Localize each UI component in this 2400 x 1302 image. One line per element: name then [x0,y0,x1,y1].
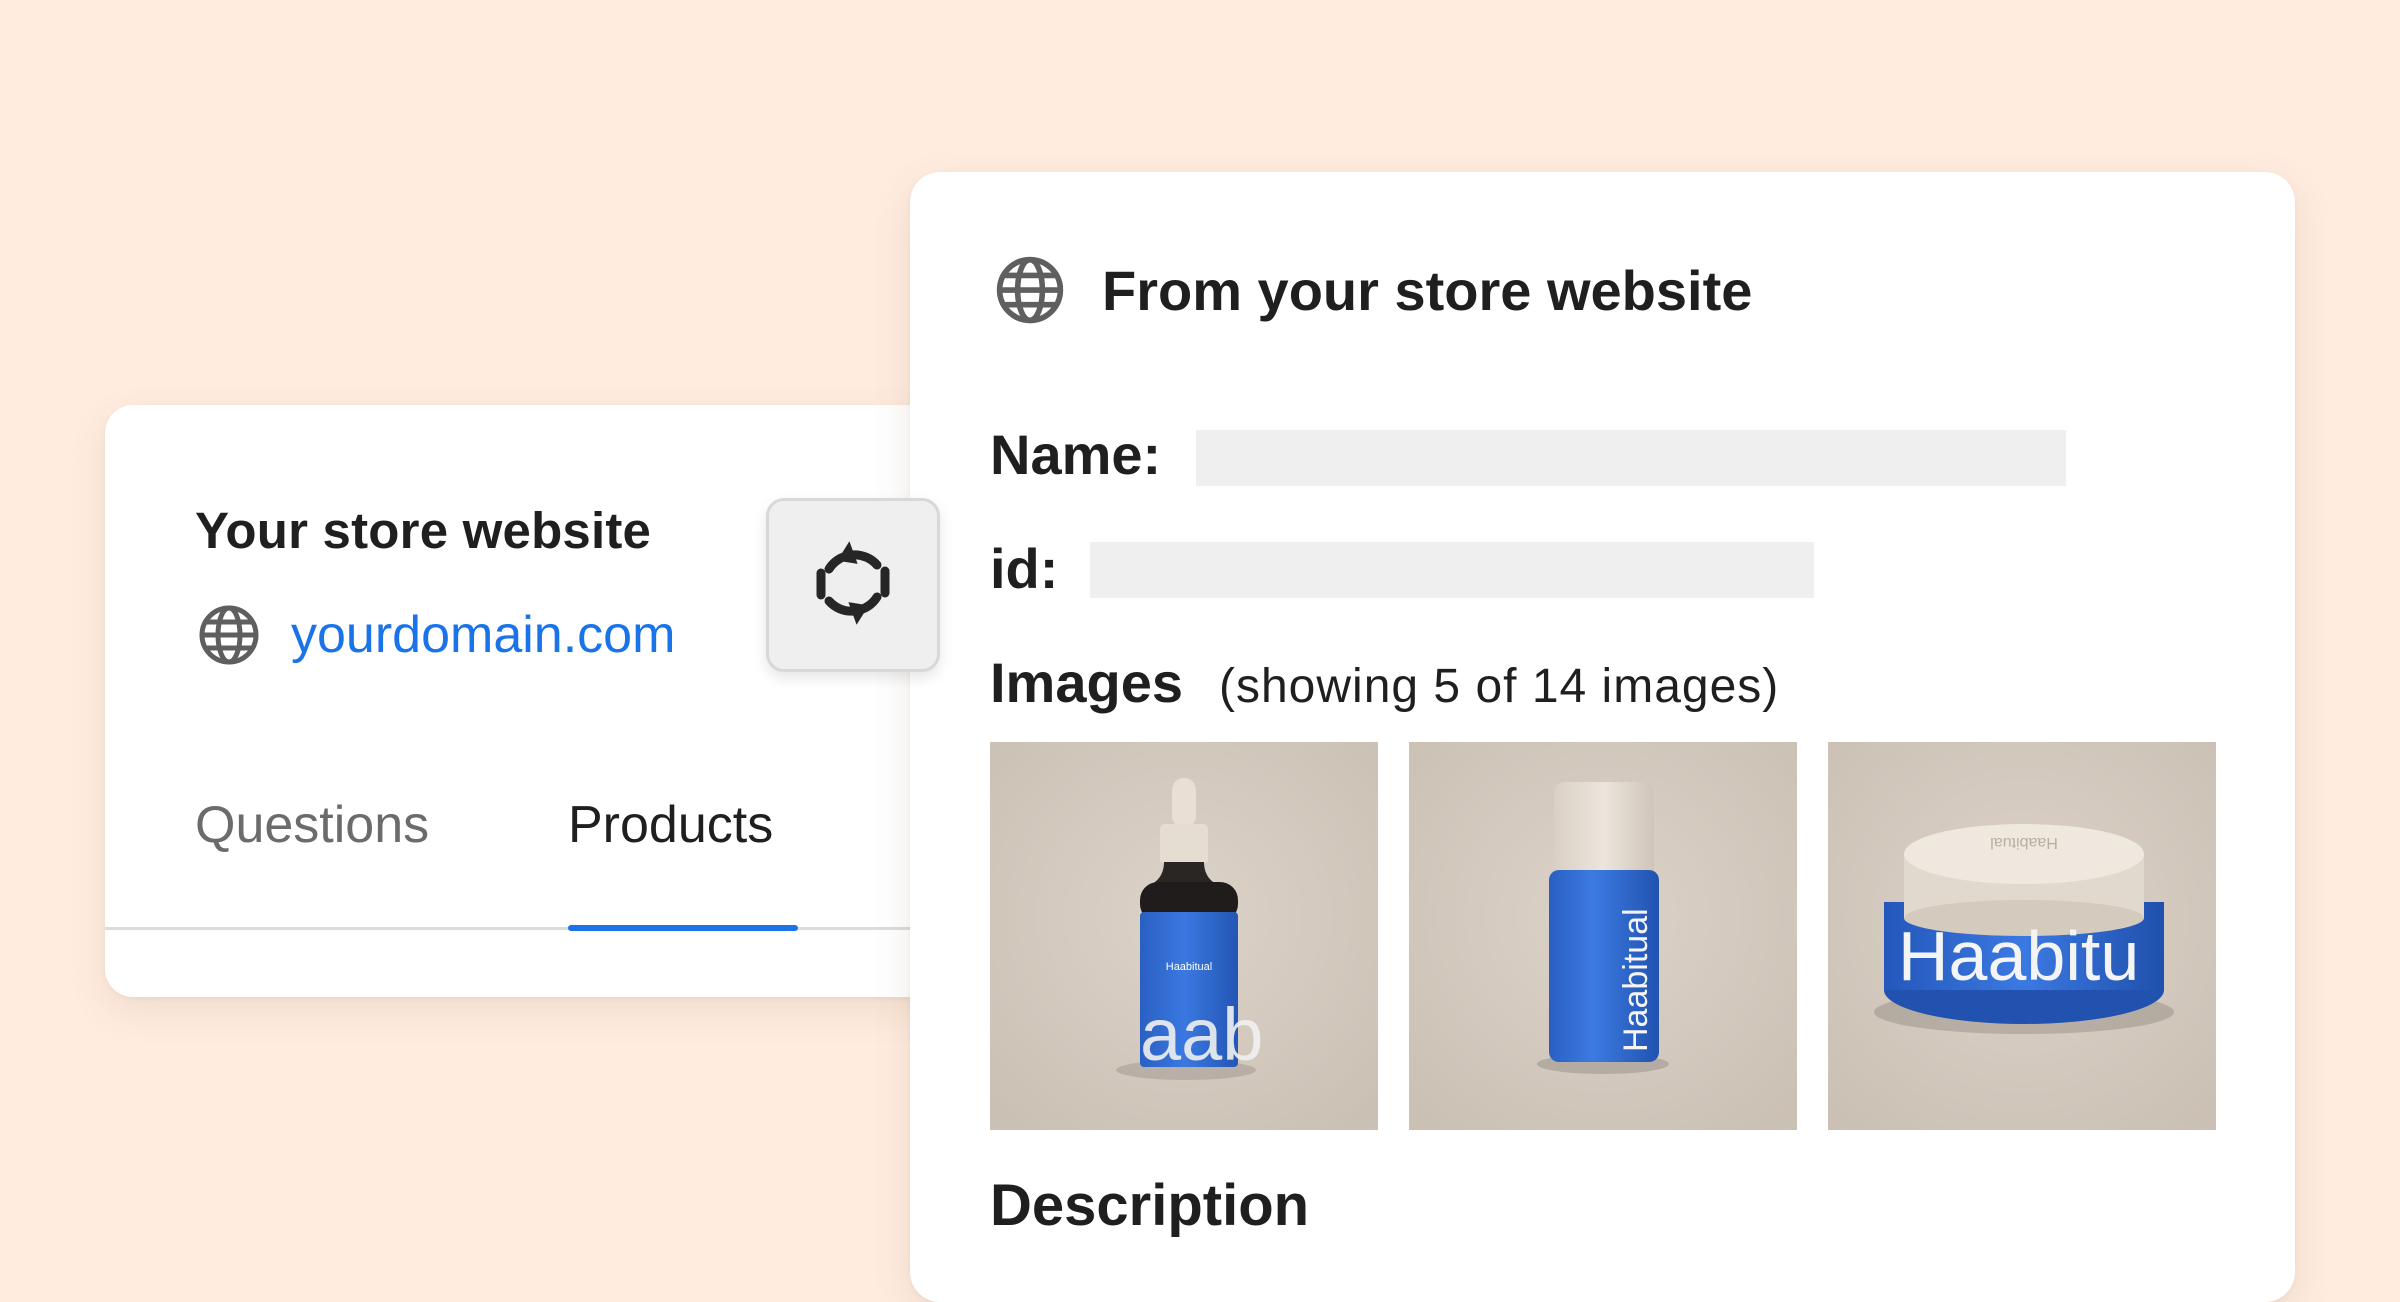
description-label: Description [990,1173,1310,1238]
tube-brand-text: Haabitual [1617,908,1655,1052]
active-tab-indicator [568,925,798,931]
globe-icon [197,603,261,667]
id-value-placeholder [1090,542,1814,598]
bottle-large-text: aab [1140,993,1263,1076]
id-label: id: [990,537,1059,600]
name-value-placeholder [1196,430,2066,486]
product-image-dropper-bottle[interactable]: Haabitual aab [990,742,1378,1130]
store-website-card: Your store website yourdomain.com Questi… [105,405,965,997]
jar-band-text: Haabitu [1898,917,2139,995]
domain-row: yourdomain.com [197,603,675,667]
card-title: From your store website [1102,258,1753,322]
sync-icon [807,535,899,636]
store-website-title: Your store website [195,502,652,559]
globe-icon [994,254,1066,326]
tab-products[interactable]: Products [568,795,773,855]
bottle-brand-text: Haabitual [1166,961,1212,973]
tab-divider [105,927,965,930]
product-image-jar[interactable]: Haabitual Haabitu [1828,742,2216,1130]
domain-link[interactable]: yourdomain.com [291,605,675,665]
tab-questions[interactable]: Questions [195,795,429,855]
sync-button[interactable] [766,498,940,672]
product-image-tube-bottle[interactable]: Haabitual [1409,742,1797,1130]
jar-lid-text: Haabitual [1990,834,2058,851]
imported-product-card: From your store website Name: id: Images… [910,172,2295,1302]
card-header: From your store website [994,254,1752,326]
tab-bar: Questions Products [105,795,965,935]
name-label: Name: [990,423,1162,486]
images-label: Images [990,651,1183,714]
images-heading: Images (showing 5 of 14 images) [990,650,1779,715]
images-count: (showing 5 of 14 images) [1219,660,1780,713]
